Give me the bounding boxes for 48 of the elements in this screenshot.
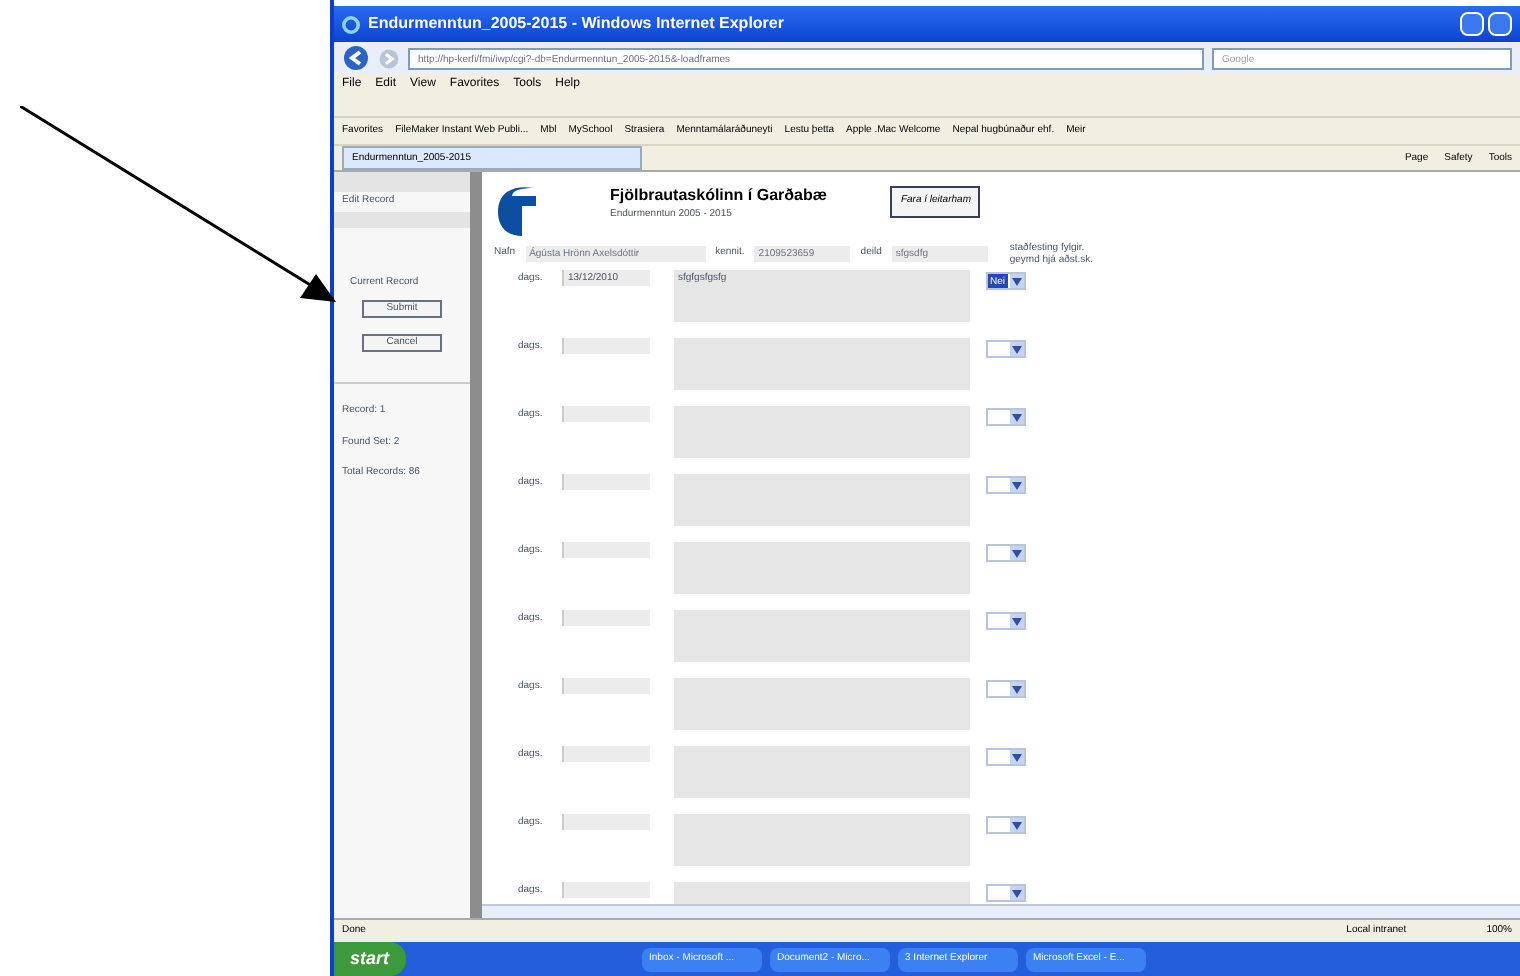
forward-icon[interactable] (378, 47, 400, 69)
choice-dropdown[interactable] (986, 612, 1026, 630)
dropdown-arrow-icon (1010, 546, 1024, 560)
dropdown-arrow-icon (1010, 682, 1024, 696)
date-field[interactable] (562, 746, 650, 762)
dropdown-arrow-icon (1010, 818, 1024, 832)
text-area[interactable] (674, 610, 970, 662)
dropdown-arrow-icon (1010, 886, 1024, 900)
choice-dropdown[interactable] (986, 816, 1026, 834)
date-field[interactable] (562, 814, 650, 830)
choice-dropdown[interactable] (986, 748, 1026, 766)
window-title: Endurmenntun_2005-2015 - Windows Internet Explorer (368, 12, 784, 36)
horizontal-scrollbar[interactable] (482, 904, 1520, 918)
maximize-button[interactable] (1488, 12, 1512, 36)
text-area[interactable] (674, 474, 970, 526)
dropdown-arrow-icon (1010, 614, 1024, 628)
school-logo-icon (494, 182, 538, 238)
choice-dropdown[interactable] (986, 884, 1026, 902)
dropdown-arrow-icon (1010, 750, 1024, 764)
text-area[interactable] (674, 814, 970, 866)
date-field[interactable] (562, 882, 650, 898)
date-field[interactable] (562, 542, 650, 558)
text-area[interactable] (674, 338, 970, 390)
choice-dropdown[interactable] (986, 680, 1026, 698)
choice-dropdown[interactable] (986, 544, 1026, 562)
date-field[interactable] (562, 678, 650, 694)
text-area[interactable] (674, 406, 970, 458)
dropdown-arrow-icon (1010, 478, 1024, 492)
text-area[interactable] (674, 678, 970, 730)
choice-dropdown[interactable] (986, 408, 1026, 426)
dropdown-arrow-icon (1010, 410, 1024, 424)
sidebar-toolbar (334, 172, 470, 192)
choice-dropdown[interactable] (986, 476, 1026, 494)
date-field[interactable] (562, 338, 650, 354)
back-icon[interactable] (342, 44, 370, 72)
date-field[interactable] (562, 610, 650, 626)
browser-icon (342, 15, 360, 33)
choice-dropdown[interactable] (986, 340, 1026, 358)
date-field[interactable] (562, 474, 650, 490)
school-name: Fjölbrautaskólinn í Garðabæ (610, 184, 827, 208)
date-field[interactable] (562, 406, 650, 422)
start-button[interactable]: start (334, 942, 406, 976)
minimize-button[interactable] (1460, 12, 1484, 36)
dropdown-arrow-icon (1010, 342, 1024, 356)
text-area[interactable] (674, 746, 970, 798)
dropdown-arrow-icon (1010, 274, 1024, 288)
text-area[interactable] (674, 542, 970, 594)
record-navigator[interactable] (334, 211, 470, 227)
